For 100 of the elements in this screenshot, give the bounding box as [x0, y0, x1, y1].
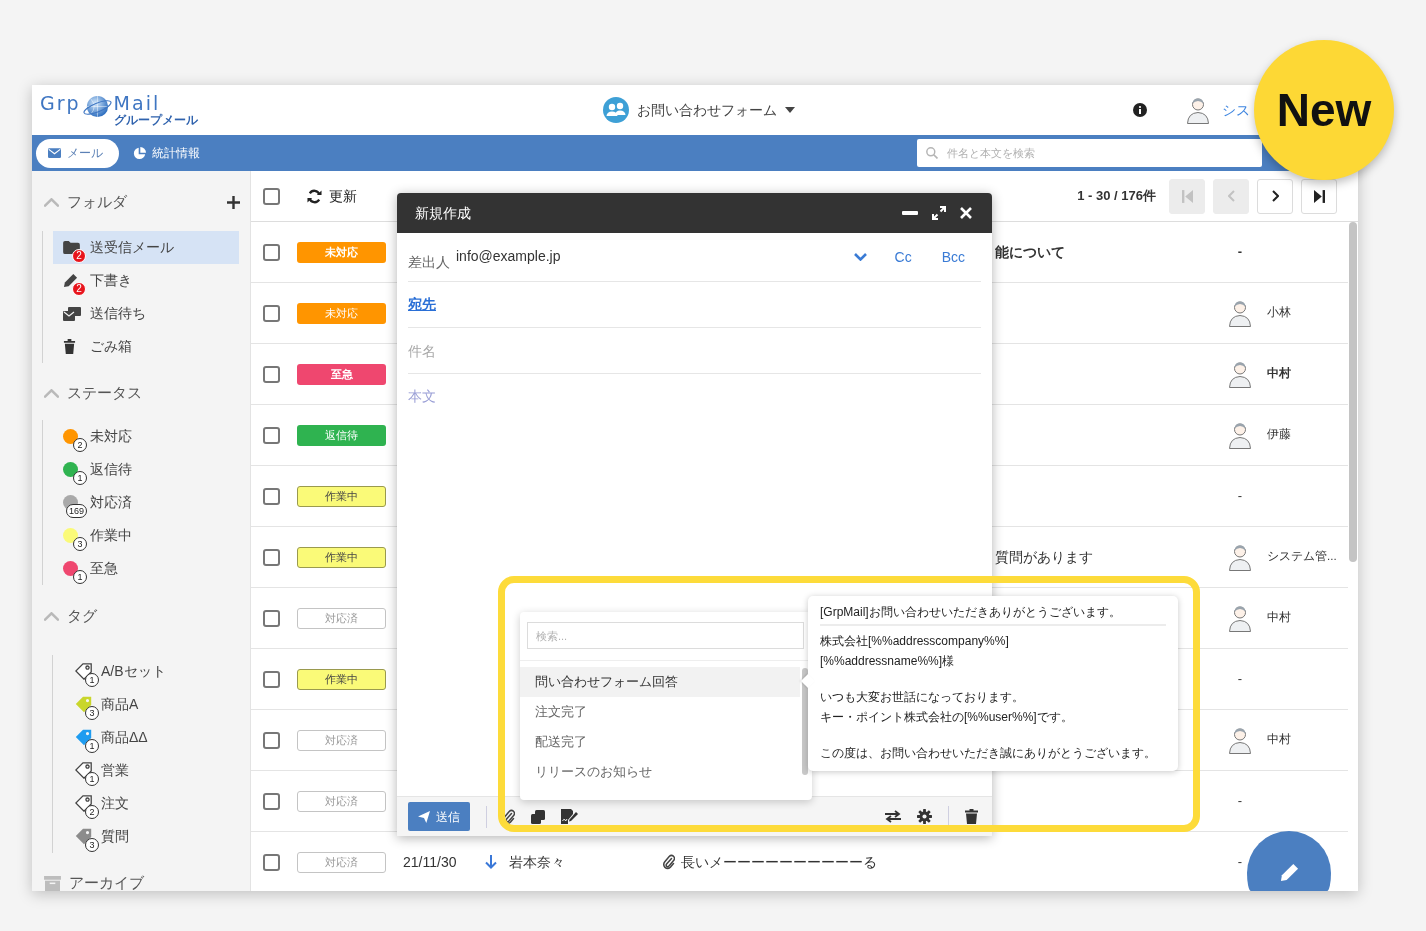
- status-badge: 未対応: [297, 302, 386, 324]
- nav-tab[interactable]: 統計情報: [121, 138, 212, 168]
- nav-tab[interactable]: メール: [36, 138, 119, 168]
- row-checkbox[interactable]: [262, 670, 280, 688]
- info-icon[interactable]: [1133, 103, 1147, 117]
- last-page-icon: [1313, 189, 1325, 203]
- globe-icon: [81, 93, 113, 120]
- assignee-name: 中村: [1267, 610, 1291, 626]
- assignee-name: -: [1236, 487, 1244, 506]
- search-field[interactable]: 件名と本文を検索: [917, 139, 1262, 167]
- folder-item[interactable]: ごみ箱: [53, 330, 239, 363]
- scrollbar[interactable]: [802, 668, 808, 775]
- trash-icon: [63, 339, 76, 354]
- pencil-icon: [1279, 863, 1299, 882]
- archive-folder[interactable]: アーカイブ: [32, 868, 154, 891]
- copy-icon[interactable]: [531, 809, 545, 824]
- scrollbar[interactable]: [1349, 222, 1357, 562]
- close-icon[interactable]: [960, 207, 972, 219]
- settings-icon[interactable]: [917, 809, 932, 824]
- form-selector[interactable]: お問い合わせフォーム: [603, 97, 795, 123]
- person-icon: [1228, 421, 1252, 449]
- folder-item[interactable]: 2 下書き: [53, 264, 239, 297]
- send-button[interactable]: 送信: [408, 802, 470, 831]
- tag-filter[interactable]: 3 質問: [63, 820, 229, 853]
- row-checkbox[interactable]: [262, 304, 280, 322]
- template-item[interactable]: 問い合わせフォーム回答: [520, 667, 800, 697]
- template-item[interactable]: 配送完了: [520, 727, 800, 757]
- status-filter[interactable]: 169 対応済: [53, 486, 239, 519]
- swap-icon[interactable]: [885, 810, 901, 823]
- tag-filter[interactable]: 1 営業: [63, 754, 229, 787]
- page-range: 1 - 30 / 176件: [1077, 187, 1156, 206]
- tag-filter[interactable]: 2 注文: [63, 787, 229, 820]
- assignee-name: 小林: [1267, 305, 1291, 321]
- person-icon: [1228, 360, 1252, 388]
- row-checkbox[interactable]: [262, 731, 280, 749]
- row-checkbox[interactable]: [262, 548, 280, 566]
- assignee-name: システム管...: [1267, 549, 1337, 565]
- assignee-name: 中村: [1267, 366, 1291, 382]
- row-checkbox[interactable]: [262, 487, 280, 505]
- unread-count: 2: [72, 281, 86, 296]
- template-search-field[interactable]: 検索...: [527, 622, 804, 649]
- pen-icon: [63, 273, 78, 288]
- template-item[interactable]: リリースのお知らせ: [520, 757, 800, 787]
- person-icon: [1228, 543, 1252, 571]
- page-button[interactable]: [1301, 178, 1337, 214]
- bcc-link[interactable]: Bcc: [941, 246, 965, 268]
- cc-link[interactable]: Cc: [894, 246, 912, 268]
- recipient-link[interactable]: 宛先: [408, 294, 436, 315]
- item-count: 2: [73, 437, 87, 452]
- logo-text: Grp: [40, 93, 81, 114]
- trash-icon[interactable]: [965, 809, 978, 824]
- row-checkbox[interactable]: [262, 853, 280, 871]
- row-checkbox[interactable]: [262, 792, 280, 810]
- status-badge: 作業中: [297, 546, 386, 568]
- status-badge: 作業中: [297, 668, 386, 690]
- compose-button[interactable]: [1247, 831, 1331, 891]
- paperclip-icon[interactable]: [503, 808, 515, 825]
- refresh-button[interactable]: 更新: [307, 185, 357, 207]
- status-filter[interactable]: 3 作業中: [53, 519, 239, 552]
- folder-item[interactable]: 送信待ち: [53, 297, 239, 330]
- status-badge: 対応済: [297, 790, 386, 812]
- status-badge: 対応済: [297, 607, 386, 629]
- logo-subtitle: グループメール: [113, 114, 198, 127]
- chevron-down-icon[interactable]: [853, 253, 867, 261]
- pie-chart-icon: [133, 146, 146, 160]
- caret-icon: [785, 107, 795, 113]
- compose-title: 新規作成: [415, 203, 471, 223]
- people-icon: [603, 97, 629, 123]
- folder-item[interactable]: 2 送受信メール: [53, 231, 239, 264]
- subject-text: 質問があります: [995, 547, 1093, 567]
- user-menu[interactable]: シス: [1186, 96, 1250, 124]
- page-button[interactable]: [1257, 178, 1293, 214]
- signature-icon[interactable]: [561, 809, 578, 824]
- row-checkbox[interactable]: [262, 243, 280, 261]
- assignee-name: 中村: [1267, 732, 1291, 748]
- new-badge: New: [1254, 40, 1394, 180]
- person-icon: [1228, 299, 1252, 327]
- plus-icon[interactable]: [227, 195, 240, 209]
- select-all-checkbox[interactable]: [263, 187, 280, 205]
- template-item[interactable]: 注文完了: [520, 697, 800, 727]
- item-count: 1: [85, 738, 99, 753]
- chevron-left-icon: [1227, 190, 1235, 202]
- row-checkbox[interactable]: [262, 365, 280, 383]
- tag-filter[interactable]: 1 商品ΔΔ: [63, 721, 229, 754]
- status-filter[interactable]: 1 至急: [53, 552, 239, 585]
- subject-text: 長いメーーーーーーーーーーる: [681, 852, 877, 872]
- status-filter[interactable]: 1 返信待: [53, 453, 239, 486]
- section-title: フォルダ: [67, 191, 127, 212]
- status-filter[interactable]: 2 未対応: [53, 420, 239, 453]
- item-count: 3: [85, 705, 99, 720]
- tag-filter[interactable]: 1 A/Bセット: [63, 655, 229, 688]
- expand-icon[interactable]: [932, 206, 946, 220]
- row-checkbox[interactable]: [262, 426, 280, 444]
- tag-filter[interactable]: 3 商品A: [63, 688, 229, 721]
- assignee-name: -: [1236, 243, 1244, 262]
- chevron-right-icon: [1271, 190, 1279, 202]
- section-title: ステータス: [67, 382, 142, 403]
- row-checkbox[interactable]: [262, 609, 280, 627]
- status-badge: 対応済: [297, 851, 386, 873]
- person-icon: [1186, 96, 1210, 124]
